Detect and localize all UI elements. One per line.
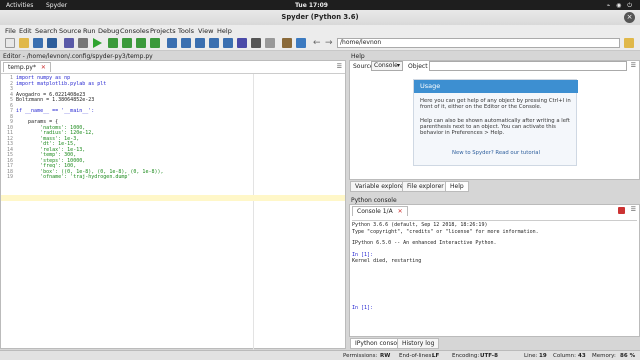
usage-panel: Usage Here you can get help of any objec…: [413, 79, 578, 166]
menu-debug[interactable]: Debug: [98, 27, 119, 35]
browse-folder-icon[interactable]: [624, 38, 634, 48]
menu-help[interactable]: Help: [217, 27, 232, 35]
menu-run[interactable]: Run: [83, 27, 95, 35]
activities-button[interactable]: Activities: [6, 2, 33, 9]
app-menu[interactable]: Spyder: [46, 2, 67, 9]
new-file-icon[interactable]: [5, 38, 15, 48]
back-arrow-icon[interactable]: ←: [313, 38, 323, 48]
line-value: 19: [539, 352, 547, 359]
current-line-highlight: [1, 195, 345, 201]
code-line: if __name__ == '__main__':: [16, 108, 95, 114]
stop-kernel-icon[interactable]: [618, 207, 625, 214]
open-folder-icon[interactable]: [19, 38, 29, 48]
line-label: Line:: [524, 352, 538, 359]
chevron-down-icon: ▾: [396, 62, 400, 69]
list-icon[interactable]: [78, 38, 88, 48]
editor-options-icon[interactable]: ☰: [337, 63, 342, 70]
menu-file[interactable]: File: [5, 27, 16, 35]
close-tab-icon[interactable]: ✕: [41, 64, 46, 71]
console-tab[interactable]: Console 1/A ✕: [352, 206, 408, 216]
run-selection-icon[interactable]: [136, 38, 146, 48]
tutorial-link[interactable]: New to Spyder? Read our tutorial: [420, 150, 572, 156]
console-output[interactable]: Python 3.6.6 (default, Sep 12 2018, 18:2…: [352, 220, 637, 334]
menu-bar: File Edit Search Source Run Debug Consol…: [0, 25, 640, 36]
object-label: Object: [408, 63, 428, 70]
debug-icon[interactable]: [167, 38, 177, 48]
tab-file-explorer[interactable]: File explorer: [402, 181, 449, 192]
tab-history-log[interactable]: History log: [397, 338, 440, 349]
code-line: import matplotlib.pylab as plt: [16, 80, 107, 87]
run-cell-icon[interactable]: [108, 38, 118, 48]
save-all-icon[interactable]: [47, 38, 57, 48]
run-icon[interactable]: [93, 38, 102, 48]
edge-line: [253, 74, 254, 350]
console-pane-title: Python console: [351, 197, 397, 204]
continue-icon[interactable]: [223, 38, 233, 48]
code-area[interactable]: 1 import numpy as np 2 import matplotlib.py…: [1, 73, 345, 350]
system-top-bar: Activities Spyder Tue 17:09 ⌁ ◉ ⏻: [0, 0, 640, 10]
run-cell-advance-icon[interactable]: [122, 38, 132, 48]
line-number: 19: [6, 174, 13, 180]
step-icon[interactable]: [181, 38, 191, 48]
code-line: Boltzmann = 1.38064852e-23: [16, 97, 95, 103]
permissions-value: RW: [380, 352, 391, 359]
window-titlebar: Spyder (Python 3.6) ×: [0, 10, 640, 25]
permissions-label: Permissions:: [343, 352, 378, 359]
source-select[interactable]: Console ▾: [371, 61, 403, 71]
working-directory-input[interactable]: /home/levnon: [337, 38, 620, 48]
console-pane: Console 1/A ✕ ☰ Python 3.6.6 (default, S…: [349, 204, 640, 337]
menu-source[interactable]: Source: [59, 27, 81, 35]
maximize-pane-icon[interactable]: [251, 38, 261, 48]
console-tab-label: Console 1/A: [357, 208, 393, 215]
encoding-value: UTF-8: [480, 352, 498, 359]
system-status-icons[interactable]: ⌁ ◉ ⏻: [607, 2, 634, 10]
at-sign-icon[interactable]: [64, 38, 74, 48]
editor-tab-label: temp.py*: [8, 64, 36, 71]
usage-paragraph-1: Here you can get help of any object by p…: [420, 98, 571, 111]
menu-search[interactable]: Search: [35, 27, 57, 35]
wrench-icon[interactable]: [282, 38, 292, 48]
source-select-value: Console: [374, 62, 398, 69]
step-into-icon[interactable]: [195, 38, 205, 48]
close-console-icon[interactable]: ✕: [398, 208, 403, 215]
column-label: Column:: [553, 352, 576, 359]
encoding-label: Encoding:: [452, 352, 480, 359]
code-line: 'ofname': 'traj-hydrogen.dump': [16, 174, 131, 180]
python-path-icon[interactable]: [296, 38, 306, 48]
usage-title: Usage: [414, 80, 578, 93]
save-icon[interactable]: [33, 38, 43, 48]
object-input[interactable]: [429, 61, 627, 71]
status-bar: Permissions: RW End-of-lines: LF Encodin…: [0, 350, 640, 360]
menu-view[interactable]: View: [198, 27, 213, 35]
memory-value: 86 %: [620, 352, 636, 359]
editor-pane: temp.py* ✕ ☰ 1 import numpy as np 2 import …: [0, 60, 346, 350]
eol-label: End-of-lines:: [399, 352, 434, 359]
close-icon[interactable]: ×: [624, 12, 635, 23]
menu-consoles[interactable]: Consoles: [120, 27, 149, 35]
eol-value: LF: [432, 352, 440, 359]
console-options-icon[interactable]: ☰: [631, 206, 636, 213]
fullscreen-icon[interactable]: [265, 38, 275, 48]
window-title: Spyder (Python 3.6): [281, 13, 359, 21]
menu-tools[interactable]: Tools: [178, 27, 194, 35]
rerun-icon[interactable]: [150, 38, 160, 48]
forward-arrow-icon[interactable]: →: [325, 38, 335, 48]
menu-projects[interactable]: Projects: [150, 27, 176, 35]
editor-tab[interactable]: temp.py* ✕: [3, 62, 51, 72]
editor-pane-title: Editor - /home/levnon/.config/spyder-py3…: [3, 53, 153, 60]
memory-label: Memory:: [592, 352, 616, 359]
clock[interactable]: Tue 17:09: [295, 2, 328, 9]
column-value: 43: [578, 352, 586, 359]
step-return-icon[interactable]: [209, 38, 219, 48]
stop-debug-icon[interactable]: [237, 38, 247, 48]
help-pane-title: Help: [351, 53, 365, 60]
usage-paragraph-2: Help can also be shown automatically aft…: [420, 118, 570, 137]
tab-help[interactable]: Help: [445, 181, 469, 192]
console-line: Kernel died, restarting: [352, 258, 422, 264]
menu-edit[interactable]: Edit: [19, 27, 32, 35]
help-options-icon[interactable]: ☰: [631, 62, 636, 69]
console-prompt[interactable]: In [1]:: [352, 305, 373, 312]
